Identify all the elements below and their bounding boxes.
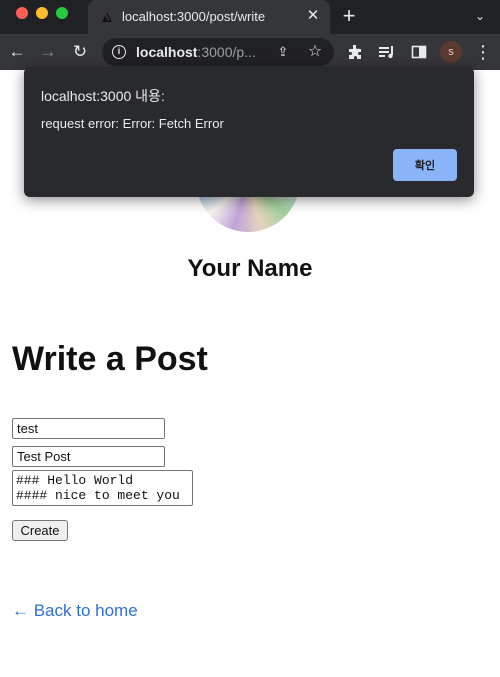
star-icon[interactable]: ☆ xyxy=(305,42,325,62)
minimize-window-button[interactable] xyxy=(36,7,48,19)
media-queue-icon[interactable] xyxy=(376,41,398,63)
page-title: Write a Post xyxy=(12,340,208,378)
id-input[interactable] xyxy=(12,418,165,439)
close-icon[interactable]: ✕ xyxy=(304,7,322,25)
reload-icon[interactable]: ↻ xyxy=(69,41,91,63)
create-button[interactable]: Create xyxy=(12,520,68,541)
content-textarea[interactable]: ### Hello World #### nice to meet you xyxy=(12,470,193,506)
side-panel-icon[interactable] xyxy=(408,41,430,63)
alert-ok-button[interactable]: 확인 xyxy=(393,149,457,181)
profile-name: Your Name xyxy=(187,255,313,282)
favicon-icon xyxy=(102,12,112,22)
share-icon[interactable]: ⇪ xyxy=(274,43,292,61)
info-icon[interactable]: i xyxy=(112,45,126,59)
browser-titlebar: localhost:3000/post/write ✕ + ⌄ xyxy=(0,0,500,34)
alert-message: request error: Error: Fetch Error xyxy=(41,116,224,131)
alert-title: localhost:3000 내용: xyxy=(41,88,165,104)
back-arrow-icon[interactable]: ← xyxy=(6,41,28,63)
url-text: localhost:3000/p... xyxy=(136,44,256,60)
forward-arrow-icon[interactable]: → xyxy=(37,41,59,63)
browser-toolbar: ← → ↻ i localhost:3000/p... ⇪ ☆ s ⋮ xyxy=(0,34,500,70)
title-input[interactable] xyxy=(12,446,165,467)
back-to-home-link[interactable]: ← Back to home xyxy=(12,601,138,621)
more-menu-icon[interactable]: ⋮ xyxy=(474,41,492,63)
browser-tab[interactable]: localhost:3000/post/write ✕ xyxy=(88,0,330,34)
address-bar[interactable]: i localhost:3000/p... ⇪ ☆ xyxy=(102,38,334,66)
alert-dialog: localhost:3000 내용: request error: Error:… xyxy=(24,67,474,197)
plus-icon[interactable]: + xyxy=(338,5,360,27)
avatar[interactable]: s xyxy=(440,41,462,63)
chevron-down-icon[interactable]: ⌄ xyxy=(470,6,490,26)
extensions-icon[interactable] xyxy=(344,41,366,63)
tab-title: localhost:3000/post/write xyxy=(122,9,266,24)
zoom-window-button[interactable] xyxy=(56,7,68,19)
close-window-button[interactable] xyxy=(16,7,28,19)
